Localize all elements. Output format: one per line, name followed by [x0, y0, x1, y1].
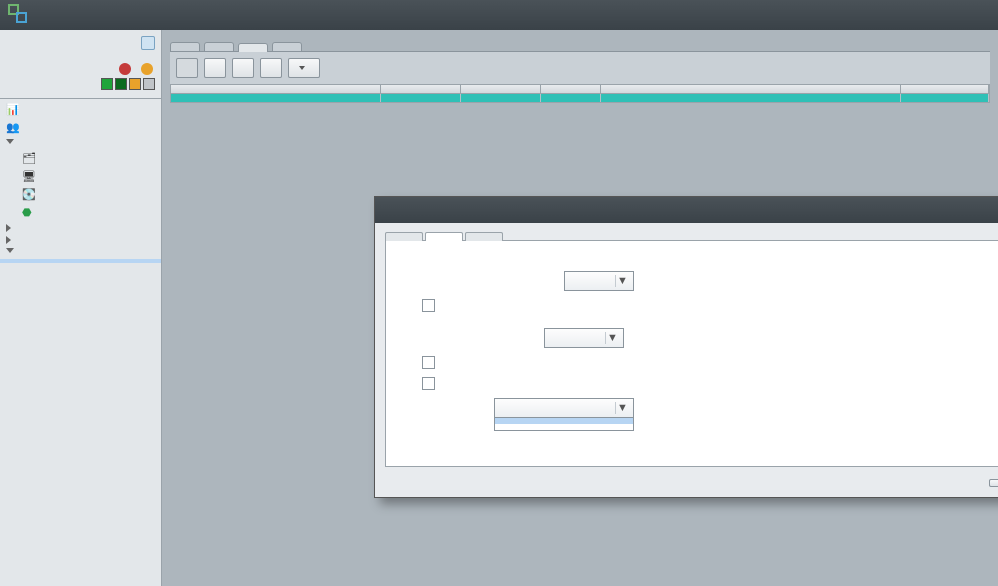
tab-vcenter[interactable]: [170, 42, 200, 51]
same-user-checkbox[interactable]: [422, 377, 435, 390]
nav-event-config[interactable]: [0, 283, 161, 287]
tab-security[interactable]: [204, 42, 234, 51]
chevron-down-icon: [299, 66, 305, 70]
nav-tree: 📊 👥 🗂 🖥 💽 ⬣: [0, 99, 161, 586]
nav-dashboard[interactable]: 📊: [0, 101, 161, 119]
warning-icon: [141, 63, 153, 75]
two-factor-select[interactable]: ▼: [544, 328, 624, 348]
chevron-right-icon: [6, 236, 11, 244]
chevron-right-icon: [6, 224, 11, 232]
health-orange-icon: [129, 78, 141, 90]
updated-row: [6, 32, 155, 56]
cell-state: [541, 94, 601, 102]
nav-desktops[interactable]: 🖥: [0, 168, 161, 186]
authenticator-option-manage: [495, 424, 633, 430]
enable-button: [176, 58, 198, 78]
dialog-titlebar[interactable]: ?: [375, 197, 998, 223]
nav-users-groups[interactable]: 👥: [0, 119, 161, 137]
thinapps-icon: ⬣: [22, 206, 36, 220]
authenticator-select[interactable]: ▼: [494, 398, 634, 418]
page-title: [170, 34, 990, 40]
tab-transfer[interactable]: [272, 42, 302, 51]
tab-connection[interactable]: [238, 43, 268, 52]
col-last-backup[interactable]: [901, 85, 989, 93]
grid-header: [170, 84, 990, 94]
pools-icon: 🗂: [22, 152, 36, 166]
cell-version: [381, 94, 461, 102]
vmware-logo-icon: [8, 4, 30, 26]
smartcard-select[interactable]: ▼: [564, 271, 634, 291]
enforce-checkbox[interactable]: [422, 356, 435, 369]
nav-thinapps[interactable]: ⬣: [0, 204, 161, 222]
dashboard-icon: 📊: [6, 103, 20, 117]
refresh-icon[interactable]: [141, 36, 155, 50]
authenticator-dropdown: [494, 417, 634, 431]
sidebar: 📊 👥 🗂 🖥 💽 ⬣: [0, 30, 162, 586]
chevron-down-icon: ▼: [605, 332, 619, 344]
col-pcoip[interactable]: [461, 85, 541, 93]
cell-name: [171, 94, 381, 102]
nav-pools[interactable]: 🗂: [0, 150, 161, 168]
server-tabs: [170, 42, 990, 51]
col-settings[interactable]: [601, 85, 901, 93]
dialog-tab-general[interactable]: [385, 232, 423, 241]
chevron-down-icon: ▼: [615, 275, 629, 287]
backup-button[interactable]: [260, 58, 282, 78]
error-icon: [119, 63, 131, 75]
nav-monitoring[interactable]: [0, 222, 161, 234]
dialog-tab-backup[interactable]: [465, 232, 503, 241]
content-area: ? ▼: [162, 30, 998, 586]
users-icon: 👥: [6, 121, 20, 135]
col-conn-server[interactable]: [171, 85, 381, 93]
col-state[interactable]: [541, 85, 601, 93]
dialog-tabs: [385, 231, 998, 241]
edit-connection-server-dialog: ? ▼: [374, 196, 998, 498]
app-titlebar: [0, 0, 998, 30]
nav-view-config[interactable]: [0, 246, 161, 259]
disk-icon: 💽: [22, 188, 36, 202]
cell-settings: [601, 94, 901, 102]
disable-button[interactable]: [204, 58, 226, 78]
table-row[interactable]: [170, 94, 990, 103]
nav-policies[interactable]: [0, 234, 161, 246]
ok-button[interactable]: [989, 479, 998, 487]
cell-pcoip: [461, 94, 541, 102]
col-version[interactable]: [381, 85, 461, 93]
nav-persistent-disks[interactable]: 💽: [0, 186, 161, 204]
chevron-down-icon: [6, 139, 14, 148]
health-gray-icon: [143, 78, 155, 90]
health-darkgreen-icon: [115, 78, 127, 90]
edit-button[interactable]: [232, 58, 254, 78]
cell-last-backup: [901, 94, 989, 102]
chevron-down-icon: ▼: [615, 402, 629, 414]
toolbar: [170, 51, 990, 84]
nav-inventory[interactable]: [0, 137, 161, 150]
dialog-tab-authentication[interactable]: [425, 232, 463, 241]
disconnect-checkbox[interactable]: [422, 299, 435, 312]
chevron-down-icon: [6, 248, 14, 257]
health-green-icon: [101, 78, 113, 90]
desktops-icon: 🖥: [22, 170, 36, 184]
health-boxes[interactable]: [101, 78, 155, 90]
more-commands-button[interactable]: [288, 58, 320, 78]
